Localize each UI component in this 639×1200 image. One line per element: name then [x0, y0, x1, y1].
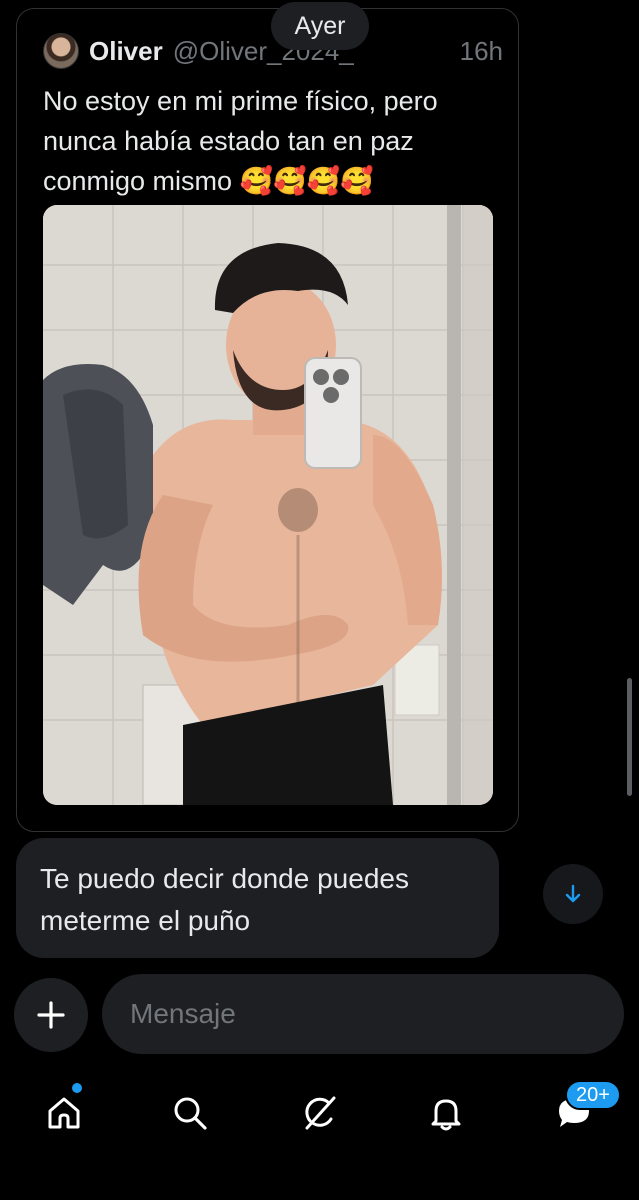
- nav-grok[interactable]: [294, 1088, 344, 1138]
- tweet-text: No estoy en mi prime físico, pero nunca …: [43, 86, 438, 196]
- plus-icon: [37, 1001, 65, 1029]
- search-icon: [174, 1097, 207, 1130]
- quoted-tweet-card[interactable]: Oliver @Oliver_2024_ 16h No estoy en mi …: [16, 8, 519, 832]
- nav-notifications[interactable]: [421, 1088, 471, 1138]
- dm-conversation-screen: Oliver @Oliver_2024_ 16h No estoy en mi …: [0, 0, 639, 1200]
- scroll-down-button[interactable]: [543, 864, 603, 924]
- arrow-down-icon: [565, 884, 581, 903]
- grok-icon: [305, 1096, 336, 1130]
- nav-home[interactable]: [39, 1088, 89, 1138]
- message-input[interactable]: [102, 974, 624, 1054]
- photo-illustration: [43, 205, 493, 805]
- home-indicator: [215, 1182, 425, 1188]
- home-unread-dot: [72, 1083, 82, 1093]
- tweet-header: Oliver @Oliver_2024_ 16h: [43, 33, 503, 69]
- author-name: Oliver: [89, 35, 163, 66]
- add-attachment-button[interactable]: [14, 978, 88, 1052]
- bottom-nav: [0, 1068, 639, 1158]
- message-bubble[interactable]: Te puedo decir donde puedes meterme el p…: [16, 838, 499, 958]
- messages-badge: 20+: [565, 1080, 621, 1110]
- tweet-time: 16h: [459, 35, 503, 66]
- date-separator: Ayer: [271, 2, 369, 50]
- bell-icon: [431, 1099, 461, 1131]
- scrollbar[interactable]: [627, 678, 632, 796]
- avatar[interactable]: [43, 33, 79, 69]
- home-icon: [48, 1097, 80, 1129]
- tweet-photo[interactable]: [43, 205, 493, 805]
- nav-search[interactable]: [165, 1088, 215, 1138]
